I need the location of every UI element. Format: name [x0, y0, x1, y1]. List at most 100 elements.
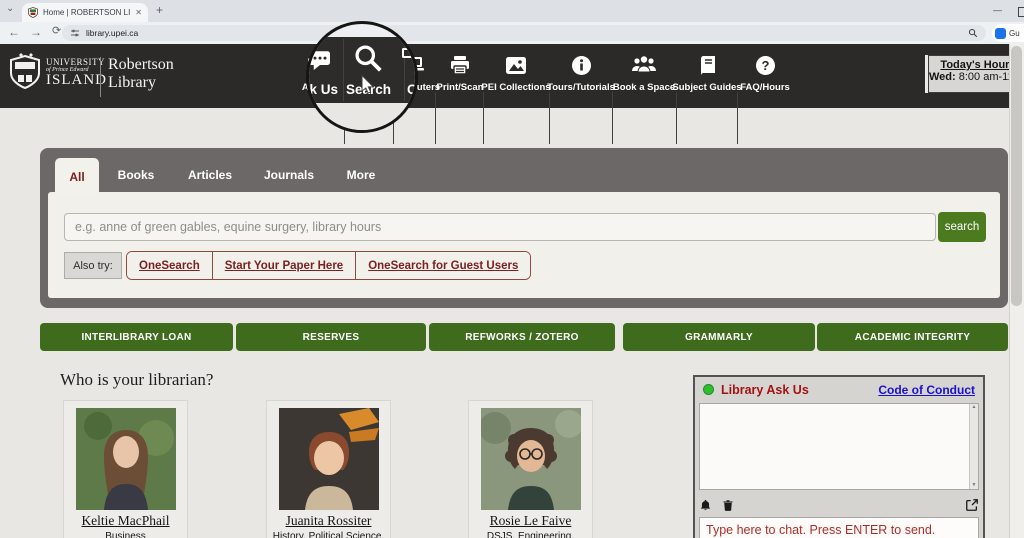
upei-crest-icon — [9, 53, 41, 93]
favicon-shield-icon — [28, 7, 38, 18]
nav-item-tours-tutorials[interactable]: Tours/Tutorials — [549, 50, 613, 102]
librarian-photo[interactable] — [76, 408, 176, 510]
screen: ⌄ Home | ROBERTSON LIBRARY ✕ + — ← → ⟳ l… — [0, 0, 1024, 538]
nav-item-pei-collections[interactable]: PEI Collections — [483, 50, 549, 102]
librarian-heading: Who is your librarian? — [60, 370, 213, 390]
scroll-up-icon[interactable]: ▲ — [972, 404, 977, 411]
tab-books[interactable]: Books — [108, 158, 164, 192]
tab-label: Articles — [188, 168, 232, 182]
cursor-icon — [361, 75, 375, 94]
library-navbar: UNIVERSITY of Prince Edward ISLAND Rober… — [0, 44, 1024, 108]
question-icon: ? — [755, 50, 776, 80]
button-reserves[interactable]: RESERVES — [236, 323, 426, 351]
librarian-subjects-link[interactable]: History, Political Science, Island Studi… — [267, 531, 390, 538]
chat-widget: Library Ask Us Code of Conduct ▲ ▼ — [693, 375, 985, 538]
tab-articles[interactable]: Articles — [180, 158, 240, 192]
link-onesearch-guest[interactable]: OneSearch for Guest Users — [356, 252, 530, 279]
site-name[interactable]: Robertson Library — [108, 56, 174, 92]
printer-icon — [449, 50, 471, 80]
button-interlibrary-loan[interactable]: INTERLIBRARY LOAN — [40, 323, 233, 351]
profile-label: Gu — [1009, 29, 1020, 38]
librarian-name-link[interactable]: Keltie MacPhail — [64, 513, 187, 529]
page-scrollbar-thumb[interactable] — [1011, 46, 1022, 306]
magnified-page-band — [309, 103, 415, 130]
tab-search-icon[interactable]: ⌄ — [6, 4, 14, 14]
back-icon[interactable]: ← — [8, 26, 20, 38]
code-of-conduct-link[interactable]: Code of Conduct — [878, 383, 975, 397]
chat-title: Library Ask Us — [721, 383, 871, 397]
magnified-search-icon — [353, 43, 383, 73]
library-search-input[interactable] — [64, 213, 936, 241]
chat-message-area[interactable]: ▲ ▼ — [699, 403, 979, 490]
librarian-card[interactable]: Rosie Le Faive DSJS, Engineering, Mathem… — [468, 400, 593, 538]
chat-scrollbar[interactable]: ▲ ▼ — [969, 404, 978, 489]
button-grammarly[interactable]: GRAMMARLY — [623, 323, 815, 351]
nav-label: Book a Space — [613, 82, 675, 93]
open-external-icon[interactable] — [965, 498, 979, 512]
librarian-name-link[interactable]: Juanita Rossiter — [267, 513, 390, 529]
magnified-askus-label: sk Us — [306, 82, 338, 97]
tab-more[interactable]: More — [336, 158, 386, 192]
tab-title: Home | ROBERTSON LIBRARY — [43, 8, 130, 17]
chat-input[interactable] — [699, 517, 979, 538]
forward-icon[interactable]: → — [30, 26, 42, 38]
button-academic-integrity[interactable]: ACADEMIC INTEGRITY — [817, 323, 1008, 351]
magnified-separator — [343, 39, 344, 101]
site-name-line2: Library — [108, 74, 174, 92]
also-try-links: OneSearch Start Your Paper Here OneSearc… — [126, 251, 531, 280]
search-button[interactable]: search — [938, 212, 986, 242]
info-icon — [571, 50, 592, 80]
url-bar[interactable]: library.upei.ca — [62, 25, 986, 41]
new-tab-icon[interactable]: + — [156, 4, 163, 16]
university-line3: ISLAND — [46, 73, 107, 88]
tab-label: Books — [118, 168, 155, 182]
maximize-icon[interactable] — [1018, 7, 1024, 17]
link-onesearch[interactable]: OneSearch — [127, 252, 213, 279]
profile-icon — [995, 28, 1006, 39]
site-settings-icon[interactable] — [70, 28, 80, 38]
librarian-subjects-link[interactable]: Business — [64, 531, 187, 538]
tab-label: Journals — [264, 168, 314, 182]
chat-header: Library Ask Us Code of Conduct — [695, 377, 983, 402]
tab-all[interactable]: All — [55, 158, 99, 195]
zoom-page-icon[interactable] — [968, 28, 978, 38]
hours-day: Wed: — [929, 71, 956, 83]
minimize-icon[interactable]: — — [993, 5, 1002, 15]
chat-toolbar — [699, 494, 979, 516]
url-text: library.upei.ca — [86, 28, 138, 38]
librarian-photo[interactable] — [279, 408, 379, 510]
librarian-card[interactable]: Keltie MacPhail Business — [63, 400, 188, 538]
trash-icon[interactable] — [722, 498, 734, 513]
nav-label: FAQ/Hours — [740, 82, 790, 93]
profile-chip[interactable]: Gu — [992, 24, 1024, 42]
also-try-label: Also try: — [64, 252, 122, 279]
magnifier-overlay: sk Us Search C — [306, 21, 418, 133]
bell-icon[interactable] — [699, 498, 712, 513]
university-wordmark[interactable]: UNIVERSITY of Prince Edward ISLAND — [46, 58, 107, 88]
nav-label: Tours/Tutorials — [547, 82, 615, 93]
search-panel-inner — [48, 192, 1000, 298]
nav-label: Subject Guides — [672, 82, 741, 93]
nav-label: Print/Scan — [437, 82, 484, 93]
tab-journals[interactable]: Journals — [258, 158, 320, 192]
tab-label: More — [347, 168, 376, 182]
librarian-photo[interactable] — [481, 408, 581, 510]
status-online-dot — [703, 384, 714, 395]
librarian-card[interactable]: Juanita Rossiter History, Political Scie… — [266, 400, 391, 538]
nav-item-faq-hours[interactable]: ? FAQ/Hours — [737, 50, 793, 102]
librarian-subjects-link[interactable]: DSJS, Engineering, Mathematics and more — [469, 531, 592, 538]
reload-icon[interactable]: ⟳ — [52, 26, 61, 37]
nav-item-book-a-space[interactable]: Book a Space — [612, 50, 676, 102]
librarian-name-link[interactable]: Rosie Le Faive — [469, 513, 592, 529]
link-start-your-paper[interactable]: Start Your Paper Here — [213, 252, 356, 279]
tab-close-icon[interactable]: ✕ — [135, 9, 142, 17]
nav-item-subject-guides[interactable]: Subject Guides — [675, 50, 739, 102]
scroll-down-icon[interactable]: ▼ — [972, 482, 977, 489]
button-refworks-zotero[interactable]: REFWORKS / ZOTERO — [429, 323, 615, 351]
site-name-line1: Robertson — [108, 56, 174, 74]
browser-tab[interactable]: Home | ROBERTSON LIBRARY ✕ — [22, 3, 148, 22]
magnified-navbar-band: sk Us Search C — [309, 37, 415, 103]
university-line1: UNIVERSITY — [46, 58, 107, 67]
nav-item-print-scan[interactable]: Print/Scan — [432, 50, 488, 102]
magnified-chat-icon — [306, 47, 335, 73]
